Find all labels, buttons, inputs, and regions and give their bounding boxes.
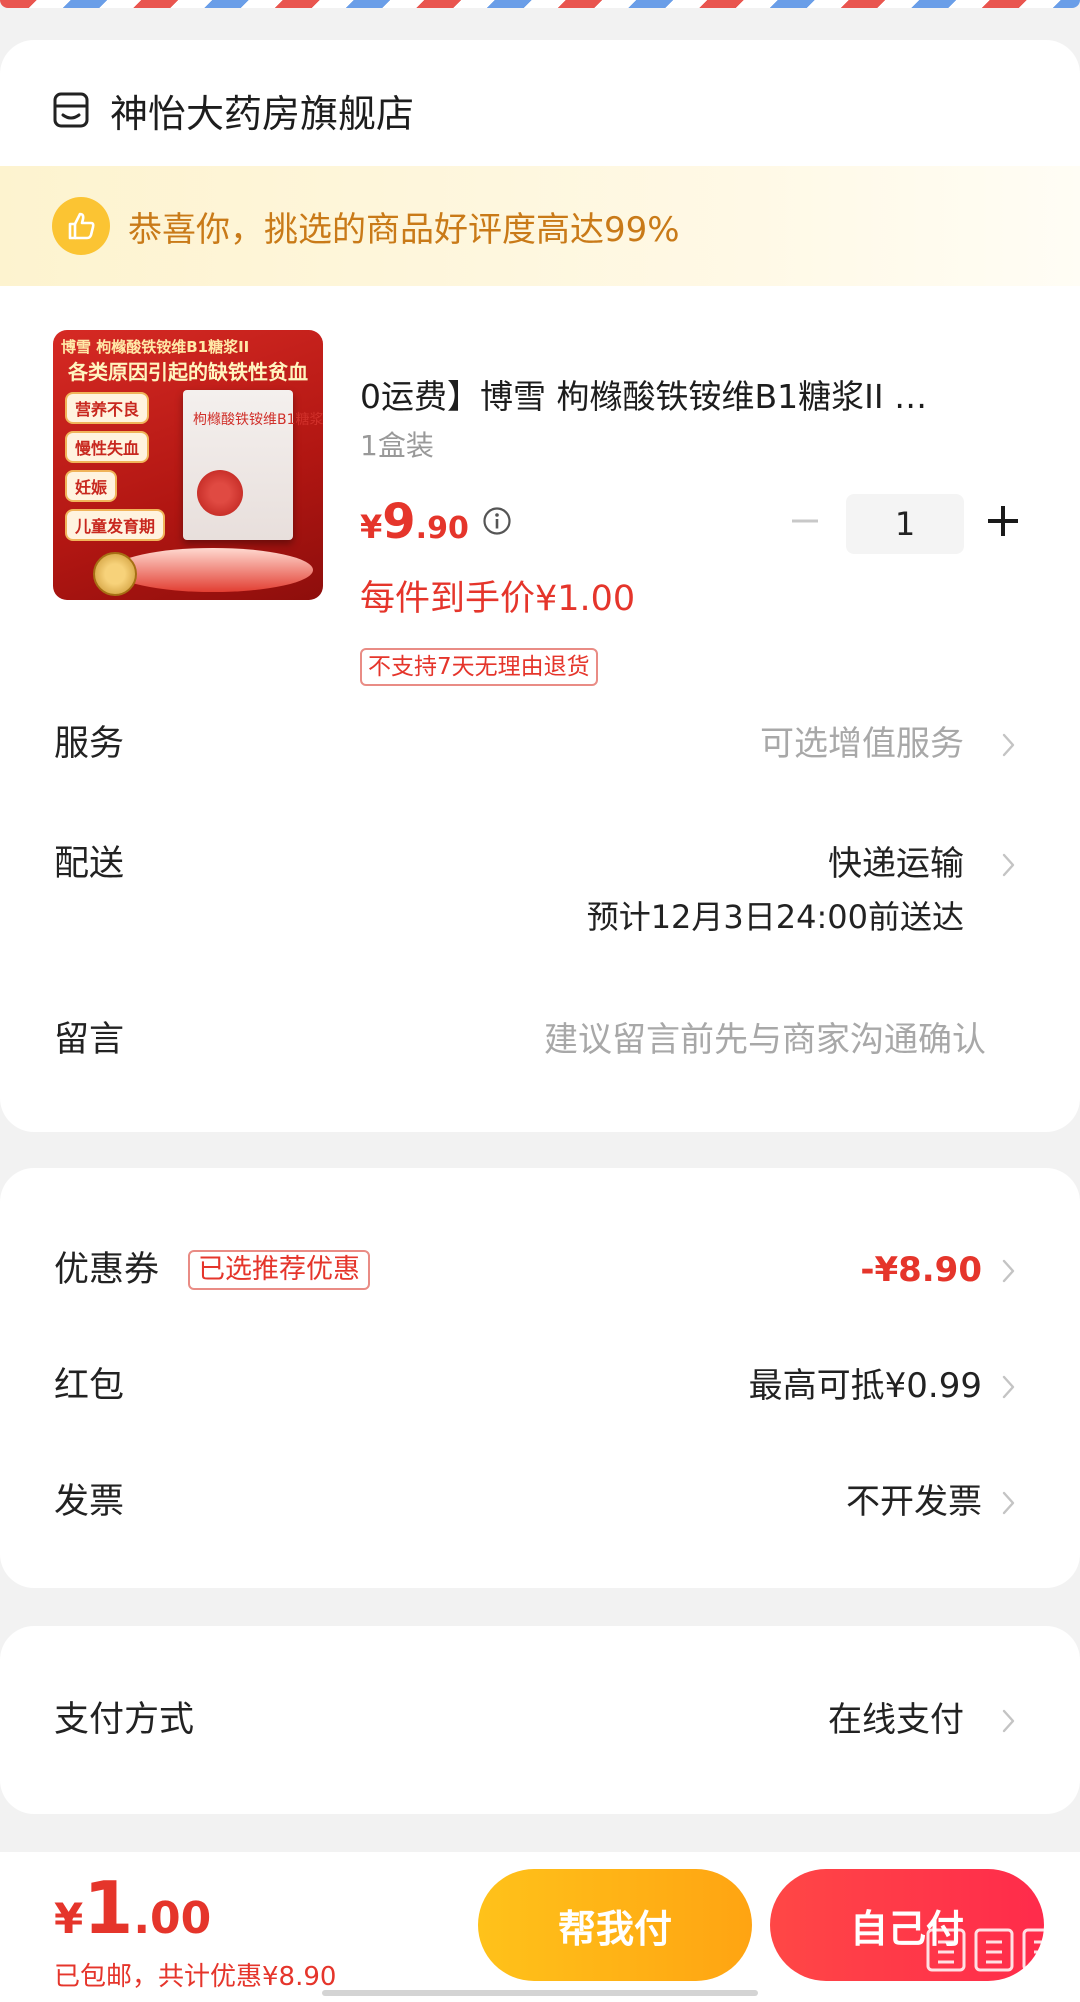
coupon-row[interactable]: 优惠券 已选推荐优惠 -¥8.90	[0, 1240, 1080, 1300]
product-image-tag: 儿童发育期	[65, 509, 166, 541]
payment-card: 支付方式 在线支付	[0, 1626, 1080, 1814]
home-indicator	[322, 1990, 758, 1996]
invoice-value: 不开发票	[846, 1482, 982, 1522]
chevron-right-icon	[1002, 1375, 1015, 1399]
total-symbol: ¥	[54, 1894, 84, 1943]
message-row[interactable]: 留言 建议留言前先与商家沟通确认	[0, 1010, 1080, 1070]
info-icon[interactable]	[482, 506, 512, 536]
delivery-eta: 预计12月3日24:00前送达	[586, 898, 964, 936]
coupon-label: 优惠券	[54, 1250, 160, 1290]
return-policy-badge: 不支持7天无理由退货	[360, 648, 598, 686]
thumbs-up-icon	[52, 197, 110, 255]
plus-icon	[988, 506, 1018, 536]
chevron-right-icon	[1002, 853, 1015, 877]
checkout-bar: ¥ 1 .00 已包邮，共计优惠¥8.90 帮我付 自己付	[0, 1852, 1080, 2002]
service-value: 可选增值服务	[760, 724, 964, 764]
price-integer: 9	[382, 494, 416, 550]
product-image-tag: 慢性失血	[65, 431, 150, 463]
quantity-value[interactable]: 1	[846, 494, 964, 554]
coupon-value: -¥8.90	[860, 1250, 982, 1290]
message-label: 留言	[54, 1020, 125, 1060]
store-icon	[53, 92, 89, 128]
product-box-illustration: 枸橼酸铁铵维B1糖浆II	[183, 390, 323, 540]
unit-final-price: 每件到手价¥1.00	[360, 579, 636, 619]
total-integer: 1	[83, 1866, 134, 1950]
product-spec[interactable]: 1盒装	[360, 424, 434, 464]
service-row[interactable]: 服务 可选增值服务	[0, 714, 1080, 774]
product-image-tag: 妊娠	[65, 470, 118, 502]
total-discount-note: 已包邮，共计优惠¥8.90	[54, 1962, 337, 1992]
price-symbol: ¥	[360, 508, 383, 546]
product-podium	[113, 548, 313, 592]
total-price: ¥ 1 .00	[54, 1868, 211, 1959]
chevron-right-icon	[1002, 1259, 1015, 1283]
discounts-card: 优惠券 已选推荐优惠 -¥8.90 红包 最高可抵¥0.99 发票 不开发票	[0, 1168, 1080, 1588]
delivery-method: 快递运输	[828, 844, 964, 884]
product-price: ¥ 9 .90	[360, 492, 469, 559]
praise-text: 恭喜你，挑选的商品好评度高达99%	[128, 209, 680, 250]
store-name: 神怡大药房旗舰店	[110, 91, 415, 136]
product-image-brand-line: 博雪 枸橼酸铁铵维B1糖浆II	[61, 338, 250, 356]
chevron-right-icon	[1002, 1709, 1015, 1733]
product-title[interactable]: 0运费】博雪 枸橼酸铁铵维B1糖浆II …	[360, 374, 1020, 420]
chevron-right-icon	[1002, 733, 1015, 757]
product-image-headline: 各类原因引起的缺铁性贫血	[68, 360, 308, 384]
red-packet-value: 最高可抵¥0.99	[748, 1366, 982, 1406]
watermark-logo: zhizhizhi.com	[920, 1920, 1070, 2000]
payment-method-row[interactable]: 支付方式 在线支付	[0, 1690, 1080, 1750]
watermark-text: zhizhizhi.com	[940, 1978, 1050, 1997]
product-image[interactable]: 博雪 枸橼酸铁铵维B1糖浆II 各类原因引起的缺铁性贫血 营养不良 慢性失血 妊…	[53, 330, 323, 600]
quantity-decrease-button[interactable]	[790, 506, 820, 536]
product-box-graphic	[197, 470, 243, 516]
coupon-selected-tag: 已选推荐优惠	[188, 1250, 370, 1290]
praise-banner: 恭喜你，挑选的商品好评度高达99%	[0, 166, 1080, 286]
help-pay-button[interactable]: 帮我付	[478, 1869, 752, 1981]
red-packet-label: 红包	[54, 1366, 125, 1406]
message-input[interactable]: 建议留言前先与商家沟通确认	[544, 1010, 986, 1070]
payment-method-value: 在线支付	[828, 1700, 964, 1740]
total-decimal: .00	[133, 1893, 212, 1944]
order-item-card: 神怡大药房旗舰店 恭喜你，挑选的商品好评度高达99% 博雪 枸橼酸铁铵维B1糖浆…	[0, 40, 1080, 1132]
invoice-row[interactable]: 发票 不开发票	[0, 1472, 1080, 1532]
quantity-increase-button[interactable]	[986, 504, 1020, 538]
chevron-right-icon	[1002, 1491, 1015, 1515]
minus-icon	[792, 519, 818, 523]
coin-icon	[93, 552, 137, 596]
invoice-label: 发票	[54, 1482, 125, 1522]
service-label: 服务	[54, 724, 125, 764]
airmail-border	[0, 0, 1080, 8]
store-header[interactable]: 神怡大药房旗舰店	[52, 80, 414, 140]
payment-method-label: 支付方式	[54, 1700, 195, 1740]
delivery-row[interactable]: 配送 快递运输	[0, 834, 1080, 894]
red-packet-row[interactable]: 红包 最高可抵¥0.99	[0, 1356, 1080, 1416]
delivery-label: 配送	[54, 844, 125, 884]
product-box-title: 枸橼酸铁铵维B1糖浆II	[193, 412, 323, 428]
price-decimal: .90	[415, 511, 469, 546]
product-image-tag: 营养不良	[65, 392, 150, 424]
